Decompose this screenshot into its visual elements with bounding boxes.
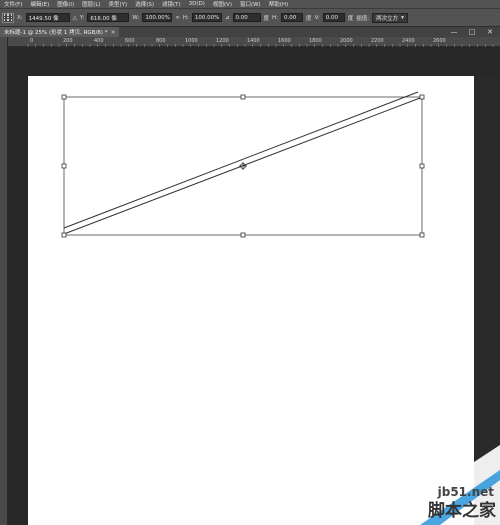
ruler-tick: 400: [94, 38, 104, 44]
watermark-name: 脚本之家: [428, 501, 496, 521]
watermark: jb51.net 脚本之家: [390, 455, 500, 525]
minimize-button[interactable]: —: [448, 28, 460, 36]
width-scale-field[interactable]: 100.00%: [142, 13, 173, 22]
hskew-unit: 度: [306, 15, 312, 22]
ruler-tick: 800: [156, 38, 166, 44]
menu-view[interactable]: 视图(V): [209, 0, 236, 8]
delta-icon: △: [72, 14, 77, 21]
vskew-label: V:: [314, 14, 320, 21]
height-scale-field[interactable]: 100.00%: [191, 13, 222, 22]
menu-image[interactable]: 图像(I): [53, 0, 78, 8]
menu-filter[interactable]: 滤镜(T): [158, 0, 185, 8]
menu-type[interactable]: 类型(Y): [105, 0, 132, 8]
menu-3d[interactable]: 3D(D): [185, 1, 209, 7]
menu-layer[interactable]: 图层(L): [78, 0, 104, 8]
h-label: H:: [182, 14, 189, 21]
y-label: Y:: [79, 14, 85, 21]
menu-select[interactable]: 选择(S): [131, 0, 158, 8]
vertical-ruler[interactable]: [0, 37, 8, 525]
document-tab-bar: 未标题-1 @ 25% (形状 1 拷贝, RGB/8) * ×: [0, 27, 500, 37]
vertical-skew-field[interactable]: 0.00: [322, 13, 345, 22]
chevron-down-icon: ▾: [401, 14, 404, 21]
ruler-tick: 2600: [433, 38, 446, 44]
menu-window[interactable]: 窗口(W): [236, 0, 265, 8]
close-button[interactable]: ✕: [484, 28, 496, 36]
ruler-tick: 2000: [340, 38, 353, 44]
menu-file[interactable]: 文件(F): [0, 0, 26, 8]
maximize-button[interactable]: □: [466, 28, 478, 36]
interpolation-value: 两次立方: [376, 15, 399, 22]
ruler-tick: 1400: [247, 38, 260, 44]
ruler-tick: 0: [30, 38, 34, 44]
menu-edit[interactable]: 编辑(E): [26, 0, 53, 8]
rotation-field[interactable]: 0.00: [232, 13, 261, 22]
ruler-tick: 1000: [185, 38, 198, 44]
ruler-tick: 2400: [402, 38, 415, 44]
menu-help[interactable]: 帮助(H): [265, 0, 292, 8]
ruler-tick: 2200: [371, 38, 384, 44]
interpolation-select[interactable]: 两次立方 ▾: [372, 12, 408, 23]
w-label: W:: [132, 14, 140, 21]
ruler-tick: 600: [125, 38, 135, 44]
close-icon[interactable]: ×: [110, 29, 115, 36]
ruler-tick: 1200: [216, 38, 229, 44]
options-bar: X: 1449.50 像 △ Y: 616.00 像 W: 100.00% ∞ …: [0, 9, 500, 27]
rotation-unit: 度: [263, 15, 270, 22]
y-position-field[interactable]: 616.00 像: [87, 13, 130, 22]
document-tab[interactable]: 未标题-1 @ 25% (形状 1 拷贝, RGB/8) * ×: [0, 27, 120, 37]
ruler-tick: 1800: [309, 38, 322, 44]
rotate-angle-icon: ⊿: [224, 14, 230, 21]
ruler-tick: 200: [63, 38, 73, 44]
reference-point-icon[interactable]: [2, 12, 14, 23]
link-icon[interactable]: ∞: [175, 15, 180, 21]
horizontal-ruler[interactable]: 0 200 400 600 800 1000 1200 1400 1600 18…: [8, 37, 500, 47]
menu-bar: 文件(F) 编辑(E) 图像(I) 图层(L) 类型(Y) 选择(S) 滤镜(T…: [0, 0, 500, 9]
hskew-label: H:: [272, 14, 279, 21]
x-label: X:: [17, 14, 23, 21]
document-title: 未标题-1 @ 25% (形状 1 拷贝, RGB/8) *: [4, 30, 108, 36]
x-position-field[interactable]: 1449.50 像: [25, 13, 70, 22]
vskew-unit: 度: [347, 15, 354, 22]
interpolation-label: 插值:: [356, 15, 370, 22]
window-controls: — □ ✕: [448, 28, 496, 36]
ruler-tick: 1600: [278, 38, 291, 44]
horizontal-skew-field[interactable]: 0.00: [281, 13, 304, 22]
